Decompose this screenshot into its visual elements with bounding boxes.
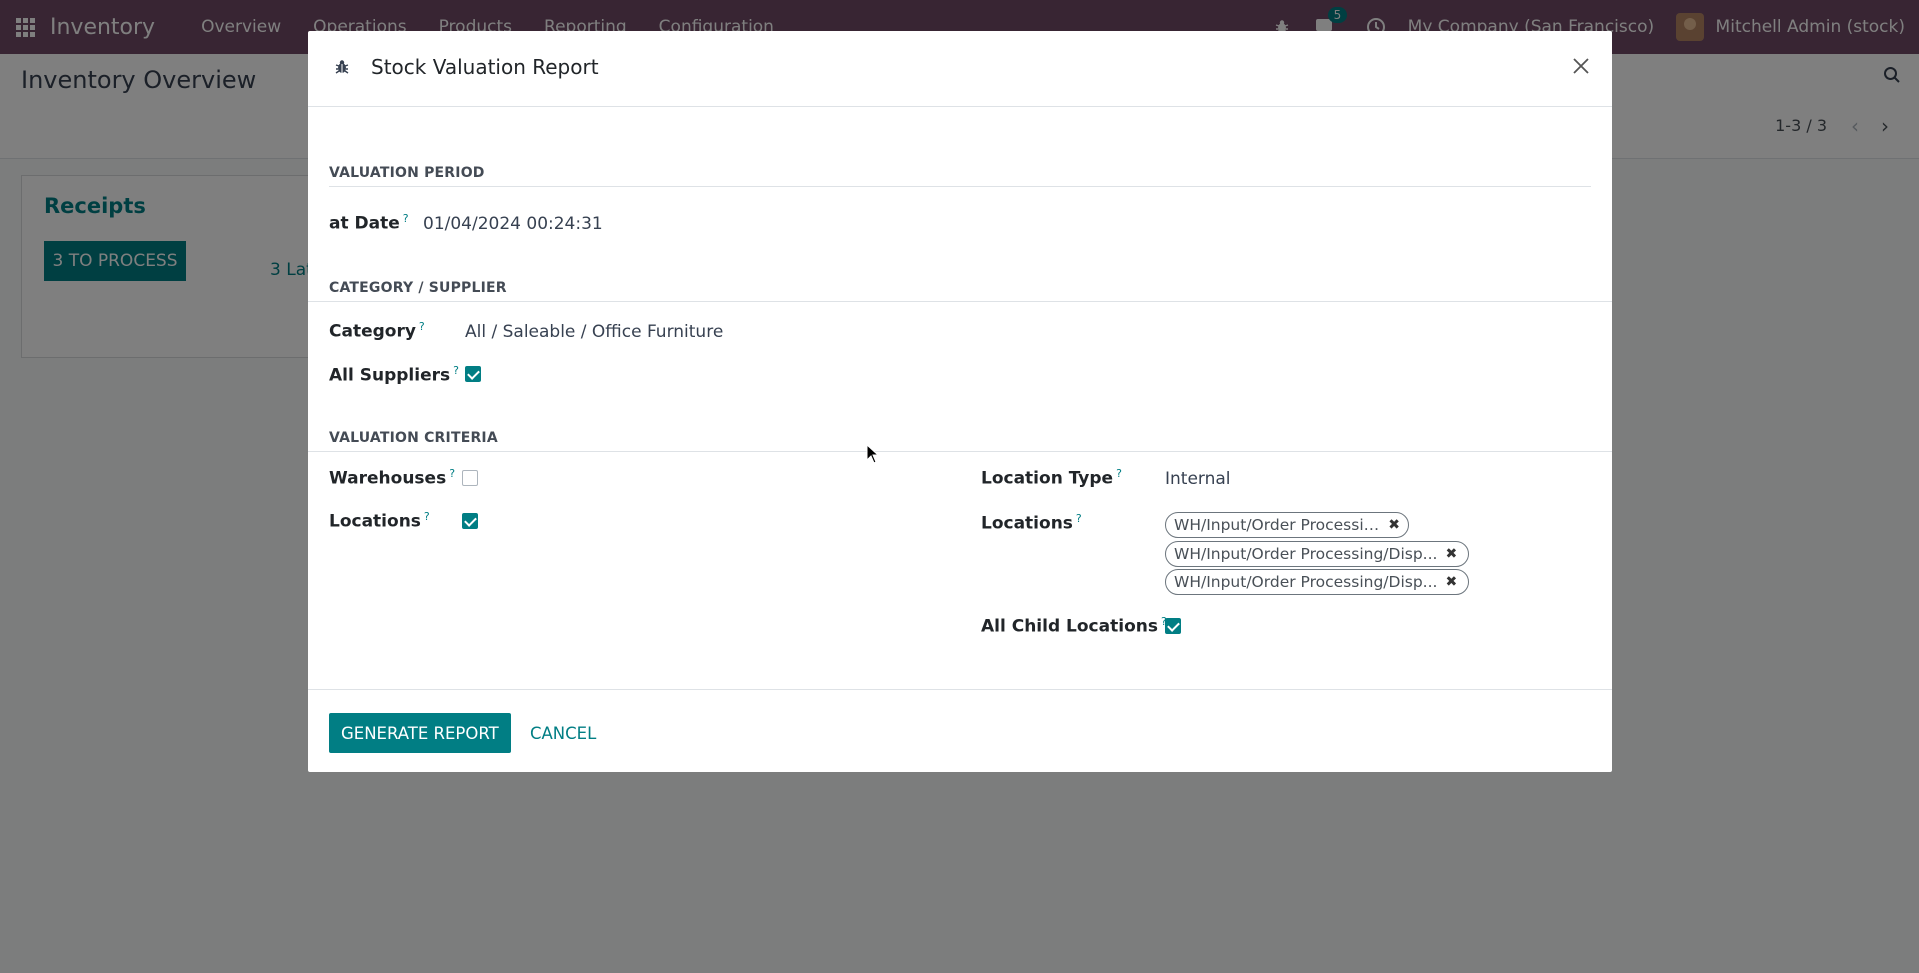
help-tooltip-icon[interactable]: ?	[1076, 512, 1082, 525]
section-title-valuation-criteria: Valuation Criteria	[329, 430, 498, 446]
location-tag: WH/Input/Order Processing/Disp... ✖	[1165, 569, 1469, 595]
category-label: Category?	[329, 320, 425, 342]
at-date-label: at Date?	[329, 212, 409, 234]
all-child-locations-checkbox[interactable]	[1165, 618, 1181, 634]
location-tag: WH/Input/Order Processing ✖	[1165, 512, 1409, 538]
location-tag-label: WH/Input/Order Processing	[1174, 516, 1381, 534]
remove-tag-icon[interactable]: ✖	[1445, 574, 1457, 590]
all-child-locations-label: All Child Locations?	[981, 615, 1167, 637]
warehouses-checkbox[interactable]	[462, 470, 478, 486]
dialog-footer: GENERATE REPORT CANCEL	[308, 689, 1612, 772]
section-title-valuation-period: Valuation Period	[329, 165, 485, 181]
help-tooltip-icon[interactable]: ?	[1116, 467, 1122, 480]
section-title-category-supplier: Category / Supplier	[329, 280, 507, 296]
remove-tag-icon[interactable]: ✖	[1388, 517, 1400, 533]
section-divider	[308, 451, 1612, 452]
remove-tag-icon[interactable]: ✖	[1445, 546, 1457, 562]
all-suppliers-checkbox[interactable]	[465, 366, 481, 382]
stock-valuation-dialog: Stock Valuation Report Valuation Period …	[308, 31, 1612, 772]
help-tooltip-icon[interactable]: ?	[453, 364, 459, 377]
section-divider	[308, 301, 1612, 302]
dialog-header: Stock Valuation Report	[308, 31, 1612, 107]
bug-icon	[334, 59, 350, 80]
help-tooltip-icon[interactable]: ?	[449, 467, 455, 480]
help-tooltip-icon[interactable]: ?	[419, 320, 425, 333]
location-tag-label: WH/Input/Order Processing/Disp...	[1174, 573, 1438, 591]
location-tag: WH/Input/Order Processing/Disp... ✖	[1165, 541, 1469, 567]
category-field[interactable]: All / Saleable / Office Furniture	[465, 322, 723, 342]
locations-toggle-label: Locations?	[329, 510, 430, 532]
location-type-label: Location Type?	[981, 467, 1122, 489]
all-suppliers-label: All Suppliers?	[329, 364, 459, 386]
help-tooltip-icon[interactable]: ?	[424, 510, 430, 523]
help-tooltip-icon[interactable]: ?	[403, 212, 409, 225]
location-type-field[interactable]: Internal	[1165, 469, 1231, 489]
close-icon[interactable]	[1566, 51, 1596, 81]
location-tag-label: WH/Input/Order Processing/Disp...	[1174, 545, 1438, 563]
locations-label: Locations?	[981, 512, 1082, 534]
at-date-field[interactable]: 01/04/2024 00:24:31	[423, 214, 603, 234]
section-divider	[329, 186, 1591, 187]
dialog-title: Stock Valuation Report	[371, 55, 599, 79]
warehouses-label: Warehouses?	[329, 467, 456, 489]
locations-toggle-checkbox[interactable]	[462, 513, 478, 529]
generate-report-button[interactable]: GENERATE REPORT	[329, 713, 511, 753]
cancel-button[interactable]: CANCEL	[530, 713, 596, 753]
